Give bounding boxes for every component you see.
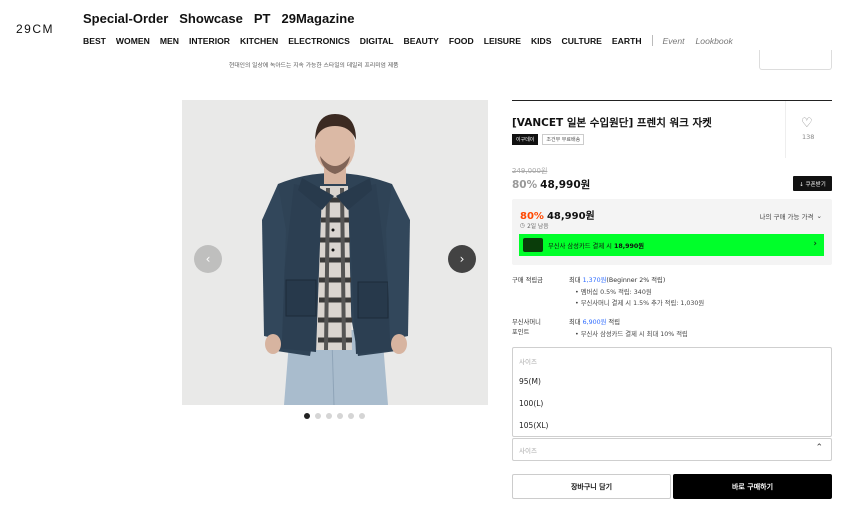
- site-logo[interactable]: 29CM: [16, 22, 54, 36]
- benefit-sale-price: 48,990원: [546, 211, 595, 222]
- size-option-95m[interactable]: 95(M): [519, 377, 541, 386]
- product-badges: 이구데이 조건부 무료배송: [512, 134, 585, 145]
- carousel-dot[interactable]: [337, 413, 343, 419]
- chevron-left-icon: ‹: [205, 252, 211, 266]
- top-nav-special-order[interactable]: Special-Order: [83, 11, 168, 26]
- chevron-down-icon: ⌄: [816, 212, 822, 220]
- card-promo-text: 무신사 삼성카드 결제 시 18,990원: [548, 242, 645, 250]
- category-electronics[interactable]: ELECTRONICS: [288, 36, 350, 46]
- panel-divider: [512, 100, 832, 101]
- category-earth[interactable]: EARTH: [612, 36, 642, 46]
- nav-event-link[interactable]: Event: [663, 36, 685, 46]
- size-select[interactable]: 사이즈 ⌃: [512, 438, 832, 461]
- category-kitchen[interactable]: KITCHEN: [240, 36, 278, 46]
- musinsa-points-sub: • 무신사 삼성카드 결제 시 최대 10% 적립: [575, 331, 688, 338]
- time-left-text: 2일 남음: [527, 224, 549, 230]
- category-culture[interactable]: CULTURE: [562, 36, 602, 46]
- product-photo: [182, 100, 488, 405]
- add-to-cart-button[interactable]: 장바구니 담기: [512, 474, 671, 499]
- original-price: 249,000원: [512, 167, 548, 175]
- chevron-right-icon: ›: [813, 239, 817, 249]
- size-dropdown-header: 사이즈: [519, 358, 537, 366]
- carousel-next-button[interactable]: ›: [448, 245, 476, 273]
- size-option-105xl[interactable]: 105(XL): [519, 421, 548, 430]
- promo-caption: 현대인의 일상에 녹아드는 지속 가능한 스타일의 데일리 프리미엄 제품: [229, 63, 399, 69]
- category-nav: BEST WOMEN MEN INTERIOR KITCHEN ELECTRON…: [83, 35, 744, 46]
- nav-divider: [651, 35, 653, 46]
- nav-lookbook-link[interactable]: Lookbook: [696, 36, 733, 46]
- musinsa-points-main: 최대 6,900원 적립: [569, 319, 621, 326]
- like-divider: [785, 101, 786, 158]
- time-left: ◷ 2일 남음: [520, 221, 549, 231]
- purchase-points-sub1: • 멤버십 0.5% 적립: 340원: [575, 289, 652, 296]
- category-best[interactable]: BEST: [83, 36, 106, 46]
- like-count: 138: [802, 133, 815, 141]
- top-nav-showcase[interactable]: Showcase: [179, 11, 243, 26]
- musinsa-points-label-line2: 포인트: [512, 329, 530, 336]
- carousel-dot[interactable]: [304, 413, 310, 419]
- top-nav: Special-Order Showcase PT 29Magazine: [83, 11, 354, 26]
- top-nav-29magazine[interactable]: 29Magazine: [281, 11, 354, 26]
- benefit-box: 80% 48,990원 ◷ 2일 남음 나의 구매 가능 가격 ⌄ 무신사 삼성…: [512, 199, 832, 265]
- carousel-dots: [304, 413, 365, 419]
- purchase-points-label: 구매 적립금: [512, 277, 543, 284]
- heart-icon[interactable]: ♡: [801, 116, 813, 131]
- musinsa-points-label-line1: 무신사머니: [512, 319, 541, 326]
- benefit-price: 80% 48,990원: [520, 207, 595, 222]
- size-select-placeholder: 사이즈: [519, 447, 537, 455]
- carousel-dot[interactable]: [359, 413, 365, 419]
- category-food[interactable]: FOOD: [449, 36, 474, 46]
- purchase-points-sub2: • 무신사머니 결제 시 1.5% 추가 적립: 1,030원: [575, 300, 705, 307]
- purchase-points-main: 최대 1,370원(Beginner 2% 적립): [569, 277, 666, 284]
- category-kids[interactable]: KIDS: [531, 36, 552, 46]
- sale-price: 48,990원: [540, 179, 591, 191]
- badge-event: 이구데이: [512, 134, 539, 145]
- discount-rate: 80%: [512, 179, 538, 191]
- category-interior[interactable]: INTERIOR: [189, 36, 230, 46]
- buy-now-button[interactable]: 바로 구매하기: [673, 474, 832, 499]
- category-beauty[interactable]: BEAUTY: [404, 36, 439, 46]
- chevron-up-icon: ⌃: [815, 443, 823, 453]
- my-price-toggle[interactable]: 나의 구매 가능 가격 ⌄: [760, 211, 823, 221]
- carousel-prev-button[interactable]: ‹: [194, 245, 222, 273]
- clock-icon: ◷: [520, 222, 526, 229]
- carousel-dot[interactable]: [348, 413, 354, 419]
- carousel-dot[interactable]: [326, 413, 332, 419]
- category-digital[interactable]: DIGITAL: [360, 36, 394, 46]
- top-nav-pt[interactable]: PT: [254, 11, 271, 26]
- price-row: 80% 48,990원: [512, 177, 590, 192]
- badge-shipping: 조건부 무료배송: [542, 134, 585, 145]
- product-image: ‹ ›: [182, 100, 488, 405]
- size-option-100l[interactable]: 100(L): [519, 399, 543, 408]
- product-title: [VANCET 일본 수입원단] 프렌치 워크 자켓: [512, 117, 712, 129]
- carousel-dot[interactable]: [315, 413, 321, 419]
- category-leisure[interactable]: LEISURE: [484, 36, 521, 46]
- header-search-box[interactable]: [759, 50, 832, 70]
- my-price-label: 나의 구매 가능 가격: [759, 213, 814, 221]
- card-promo-banner[interactable]: 무신사 삼성카드 결제 시 18,990원 ›: [519, 234, 824, 256]
- size-dropdown-list: 사이즈 95(M) 100(L) 105(XL): [512, 347, 832, 437]
- card-icon: [523, 238, 543, 252]
- coupon-button[interactable]: ↓ 쿠폰받기: [793, 176, 832, 191]
- category-men[interactable]: MEN: [160, 36, 179, 46]
- category-women[interactable]: WOMEN: [116, 36, 150, 46]
- chevron-right-icon: ›: [459, 252, 465, 266]
